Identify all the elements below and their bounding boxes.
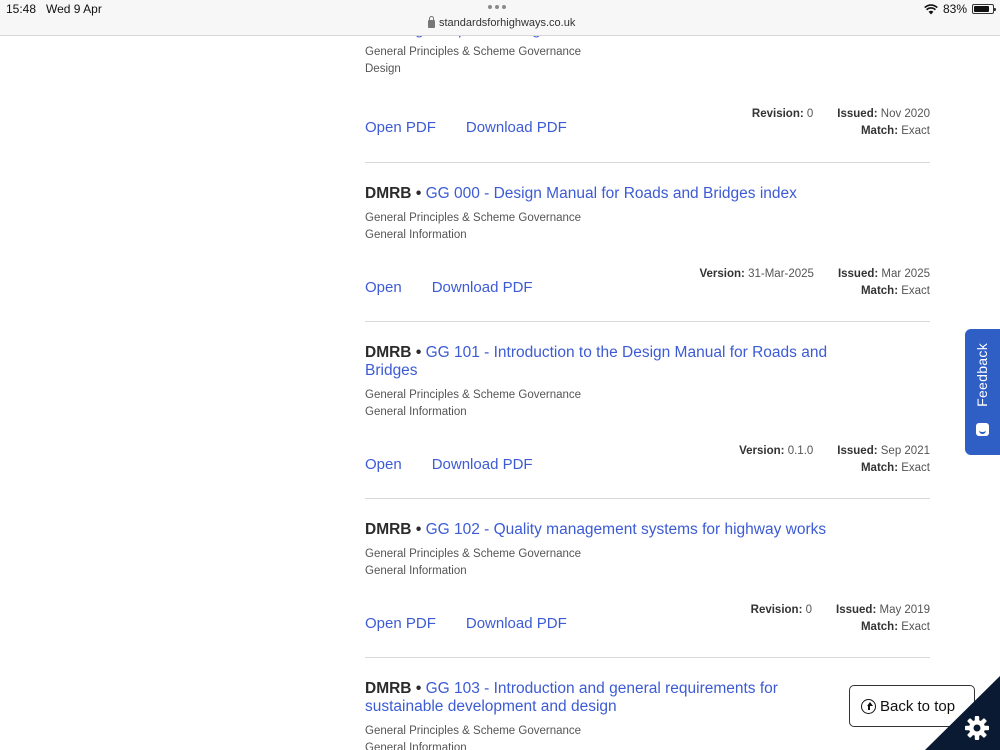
status-time: 15:48 [6,2,37,16]
download-pdf-link[interactable]: Download PDF [432,456,533,473]
search-results: on using 60mph at/through road works Gen… [365,25,930,750]
result-category: General Principles & Scheme Governance [365,389,582,401]
status-bar: 15:48 Wed 9 Apr standardsforhighways.co.… [0,0,1000,36]
download-pdf-link[interactable]: Download PDF [466,615,567,632]
result-category: General Principles & Scheme Governance [365,46,582,58]
arrow-up-circle-icon [861,698,876,714]
result-title-link[interactable]: GG 102 - Quality management systems for … [426,521,827,538]
gear-icon [965,716,989,740]
result-category: General Principles & Scheme Governance [365,212,582,224]
result-title-link[interactable]: GG 103 - Introduction and general requir… [426,680,778,697]
result-meta: Version: 31-Mar-2025 Issued: Mar 2025 Mat… [699,268,931,297]
result-item: on using 60mph at/through road works Gen… [365,25,930,163]
result-type: DMRB [365,521,412,538]
result-title-link-cont[interactable]: sustainable development and design [365,698,617,715]
result-meta: Version: 0.1.0 Issued: Sep 2021 Match: Ex… [739,445,930,474]
result-type: DMRB [365,344,412,361]
result-subcategory: General Information [365,406,467,418]
address-bar[interactable]: standardsforhighways.co.uk [428,16,576,29]
result-type: DMRB [365,185,412,202]
result-title-link-cont[interactable]: Bridges [365,362,418,379]
result-category: General Principles & Scheme Governance [365,548,582,560]
result-subcategory: Design [365,63,401,75]
download-pdf-link[interactable]: Download PDF [466,119,567,136]
result-item: DMRB • GG 101 - Introduction to the Desi… [365,322,930,499]
lock-icon [428,16,435,28]
result-title-link[interactable]: GG 101 - Introduction to the Design Manu… [426,344,828,361]
settings-corner[interactable] [925,676,1000,750]
open-pdf-link[interactable]: Open PDF [365,615,436,632]
result-item: DMRB • GG 000 - Design Manual for Roads … [365,163,930,322]
download-pdf-link[interactable]: Download PDF [432,279,533,296]
result-subcategory: General Information [365,229,467,241]
result-subcategory: General Information [365,742,467,750]
result-subcategory: General Information [365,565,467,577]
result-meta: Revision: 0 Issued: Nov 2020 Match: Exact [751,108,930,137]
feedback-tab[interactable]: Feedback [965,329,1000,455]
result-meta: Revision: 0 Issued: May 2019 Match: Exact [750,604,930,633]
result-item: DMRB • GG 103 - Introduction and general… [365,658,930,750]
feedback-label: Feedback [974,343,990,407]
result-type: DMRB [365,680,412,697]
battery-percent: 83% [942,2,967,16]
open-link[interactable]: Open [365,456,402,473]
result-item: DMRB • GG 102 - Quality management syste… [365,499,930,658]
result-title-link[interactable]: GG 000 - Design Manual for Roads and Bri… [426,185,797,202]
multitask-dots-icon[interactable] [488,5,506,9]
open-pdf-link[interactable]: Open PDF [365,119,436,136]
battery-icon [972,4,996,14]
status-indicators: 83% [924,2,996,16]
result-category: General Principles & Scheme Governance [365,725,582,737]
wifi-icon [924,3,938,14]
smiley-icon [976,423,989,436]
open-link[interactable]: Open [365,279,402,296]
url-text: standardsforhighways.co.uk [439,17,576,29]
status-date: Wed 9 Apr [46,2,102,16]
